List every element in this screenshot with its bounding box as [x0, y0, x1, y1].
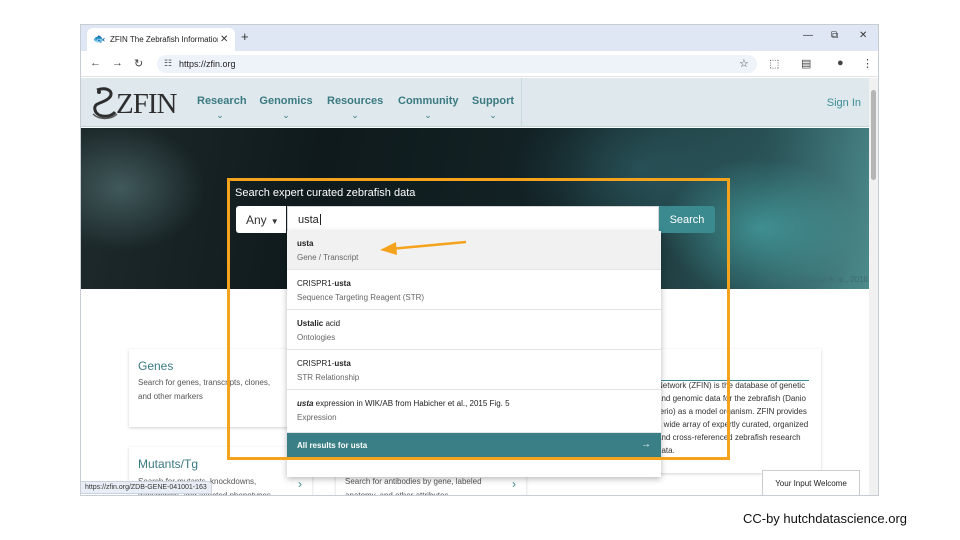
annotation-arrow-icon [380, 240, 467, 255]
menu-divider [521, 78, 522, 127]
address-url: https://zfin.org [179, 59, 236, 69]
feedback-button[interactable]: Your Input Welcome [762, 470, 860, 495]
scroll-thumb[interactable] [871, 90, 876, 180]
chevron-down-icon: ⌄ [351, 110, 359, 120]
logo-text: ZFIN [116, 88, 177, 120]
tab-bar: 🐟 ZFIN The Zebrafish Information ✕ + — ⧉… [81, 25, 878, 51]
chevron-right-icon: › [298, 477, 302, 491]
credit-text: CC-by hutchdatascience.org [742, 511, 907, 526]
chevron-down-icon: ⌄ [216, 110, 224, 120]
chevron-down-icon: ⌄ [424, 110, 432, 120]
sign-in-link[interactable]: Sign In [827, 97, 861, 109]
slide: 🐟 ZFIN The Zebrafish Information ✕ + — ⧉… [0, 0, 960, 540]
browser-toolbar: ← → ↻ ☷ https://zfin.org ☆ ⬚ ▤ ● ⋮ [81, 51, 878, 77]
menu-label: Resources [327, 95, 384, 107]
menu-kebab-icon[interactable]: ⋮ [862, 57, 873, 70]
menu-genomics[interactable]: Genomics ⌄ [259, 95, 313, 121]
close-window-icon[interactable]: ✕ [859, 30, 867, 41]
bookmark-star-icon[interactable]: ☆ [739, 57, 749, 70]
highlight-box [227, 178, 730, 460]
page-scrollbar[interactable] [869, 78, 878, 495]
browser-tab[interactable]: 🐟 ZFIN The Zebrafish Information ✕ [87, 28, 235, 51]
tab-title: ZFIN The Zebrafish Information [110, 35, 218, 44]
site-info-icon[interactable]: ☷ [164, 58, 172, 69]
menu-label: Community [398, 95, 459, 107]
menu-label: Research [197, 95, 247, 107]
menu-support[interactable]: Support ⌄ [471, 95, 515, 121]
chevron-down-icon: ⌄ [282, 110, 290, 120]
menu-label: Genomics [259, 95, 313, 107]
close-tab-icon[interactable]: ✕ [220, 34, 228, 45]
menu-resources[interactable]: Resources ⌄ [327, 95, 383, 121]
menu-community[interactable]: Community ⌄ [398, 95, 459, 121]
reading-list-icon[interactable]: ▤ [801, 57, 811, 70]
status-bar-url: https://zfin.org/ZDB-GENE-041001-163 [81, 481, 212, 494]
menu-research[interactable]: Research ⌄ [197, 95, 247, 121]
menu-label: Support [471, 95, 515, 107]
zfin-logo[interactable]: ZFIN [89, 84, 184, 122]
minimize-icon[interactable]: — [803, 30, 813, 41]
zebrafish-logo-icon [92, 87, 118, 120]
extensions-icon[interactable]: ⬚ [769, 57, 779, 70]
chevron-right-icon: › [512, 477, 516, 491]
forward-icon[interactable]: → [112, 57, 123, 69]
hero-caption[interactable]: Fig. 1 of Monroe et al., 2016 [768, 275, 868, 284]
back-icon[interactable]: ← [90, 57, 101, 69]
profile-avatar-icon[interactable]: ● [837, 57, 844, 69]
restore-icon[interactable]: ⧉ [831, 30, 838, 41]
address-bar[interactable]: ☷ https://zfin.org [157, 55, 757, 73]
zfin-favicon-icon: 🐟 [93, 33, 106, 45]
new-tab-button[interactable]: + [241, 29, 249, 44]
antibodies-card-text: Search for antibodies by gene, labeled a… [345, 477, 482, 496]
genes-card-title: Genes [138, 359, 174, 373]
site-header: ZFIN Research ⌄ Genomics ⌄ Resources ⌄ Comm… [81, 78, 871, 127]
mutants-card-title: Mutants/Tg [138, 457, 199, 471]
chevron-down-icon: ⌄ [489, 110, 497, 120]
reload-icon[interactable]: ↻ [134, 57, 143, 70]
